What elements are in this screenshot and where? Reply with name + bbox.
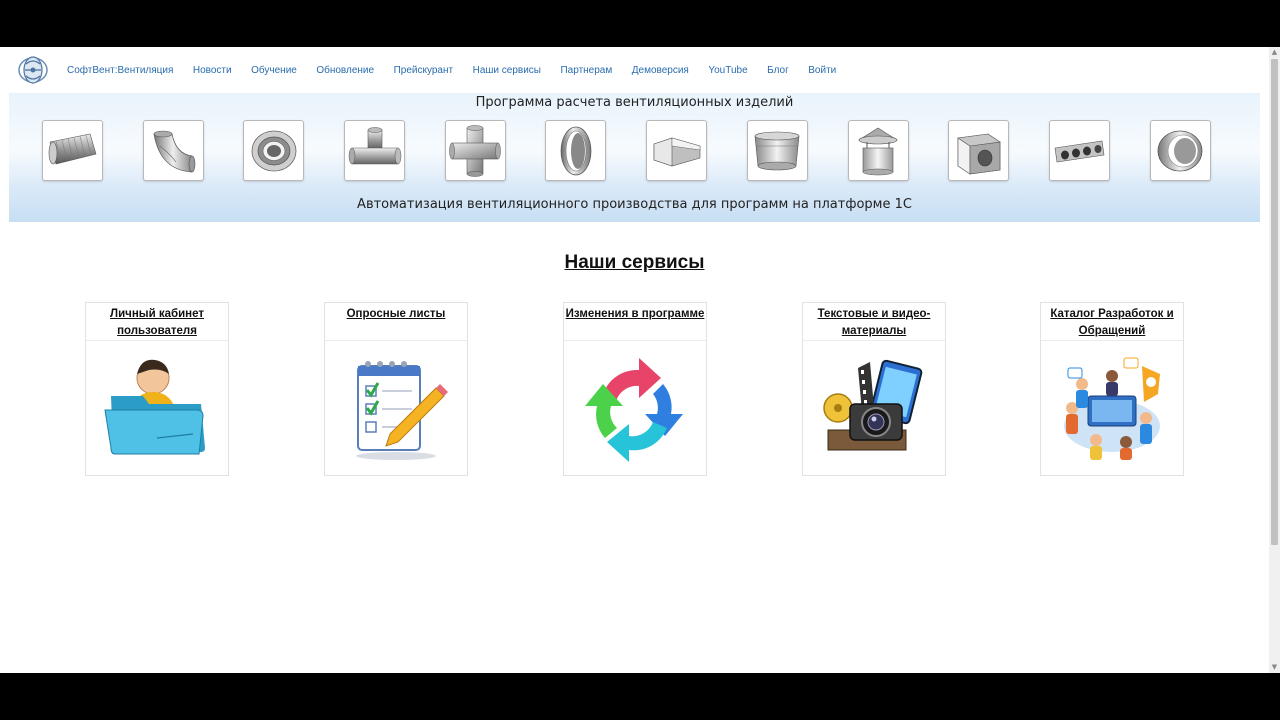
logo-fan-icon[interactable] [17, 54, 49, 86]
product-tile-rect-transition[interactable] [646, 120, 708, 181]
nav-item-youtube[interactable]: YouTube [708, 65, 747, 76]
nav-item-services[interactable]: Наши сервисы [473, 65, 541, 76]
service-card-label[interactable]: Текстовые и видео-материалы [804, 306, 944, 340]
service-card-label[interactable]: Опросные листы [326, 306, 466, 323]
scroll-up-arrow-icon[interactable]: ▲ [1270, 48, 1279, 57]
service-card-program-changes[interactable]: Изменения в программе [563, 302, 707, 476]
nav-item-news[interactable]: Новости [193, 65, 232, 76]
hero-banner: Программа расчета вентиляционных изделий [9, 93, 1260, 222]
roof-cap-icon [857, 127, 899, 175]
manifold-icon [1055, 140, 1105, 162]
scrollbar-thumb[interactable] [1271, 59, 1278, 545]
banner-subtitle: Автоматизация вентиляционного производст… [357, 197, 912, 212]
nav-brand-link[interactable]: СофтВент:Вентиляция [67, 65, 173, 76]
vertical-scrollbar[interactable]: ▲ ▼ [1269, 47, 1280, 673]
product-tile-tee[interactable] [344, 120, 406, 181]
service-card-questionnaires[interactable]: Опросные листы [324, 302, 468, 476]
nav-item-pricelist[interactable]: Прейскурант [394, 65, 454, 76]
service-card-label[interactable]: Каталог Разработок и Обращений [1042, 306, 1182, 340]
product-tile-reducer[interactable] [243, 120, 305, 181]
nav-item-partners[interactable]: Партнерам [560, 65, 612, 76]
service-card-media-materials[interactable]: Текстовые и видео-материалы [802, 302, 946, 476]
service-card-label[interactable]: Изменения в программе [565, 306, 705, 323]
service-card-personal-account[interactable]: Личный кабинет пользователя [85, 302, 229, 476]
product-tile-transition[interactable] [746, 120, 808, 181]
service-card-label[interactable]: Личный кабинет пользователя [87, 306, 227, 340]
elbow-icon [153, 130, 196, 172]
product-tile-manifold[interactable] [1048, 120, 1110, 181]
product-tile-flexible-duct[interactable] [42, 120, 103, 181]
flexible-duct-icon [48, 133, 96, 164]
nav-item-update[interactable]: Обновление [316, 65, 374, 76]
product-tile-elbow[interactable] [142, 120, 204, 181]
rect-transition-icon [653, 137, 700, 166]
checklist-pencil-icon [356, 361, 448, 460]
product-tile-roof-cap[interactable] [847, 120, 909, 181]
plenum-box-icon [956, 133, 1001, 175]
product-tile-plenum-box[interactable] [948, 120, 1010, 181]
refresh-cycle-icon [585, 358, 683, 462]
reducer-icon [251, 130, 297, 171]
coupling-icon [560, 126, 592, 175]
product-tile-coupling[interactable] [545, 120, 607, 181]
scroll-down-arrow-icon[interactable]: ▼ [1270, 663, 1279, 672]
tee-icon [348, 126, 401, 164]
banner-title: Программа расчета вентиляционных изделий [475, 95, 794, 110]
nav-item-blog[interactable]: Блог [767, 65, 789, 76]
browser-viewport: СофтВент:Вентиляция Новости Обучение Обн… [0, 47, 1280, 673]
transition-icon [754, 131, 800, 170]
product-gallery [42, 120, 1250, 181]
nav-item-login[interactable]: Войти [808, 65, 836, 76]
nav-item-demo[interactable]: Демоверсия [632, 65, 689, 76]
media-camera-icon [823, 359, 923, 451]
nav-item-training[interactable]: Обучение [251, 65, 297, 76]
user-folder-icon [104, 359, 205, 455]
collar-icon [1157, 130, 1203, 171]
team-collaboration-icon [1064, 357, 1160, 460]
cross-icon [449, 124, 501, 177]
product-tile-cross[interactable] [444, 120, 506, 181]
service-card-catalog-requests[interactable]: Каталог Разработок и Обращений [1040, 302, 1184, 476]
top-nav: СофтВент:Вентиляция Новости Обучение Обн… [0, 47, 1269, 93]
services-heading[interactable]: Наши сервисы [0, 252, 1269, 274]
product-tile-collar[interactable] [1149, 120, 1211, 181]
